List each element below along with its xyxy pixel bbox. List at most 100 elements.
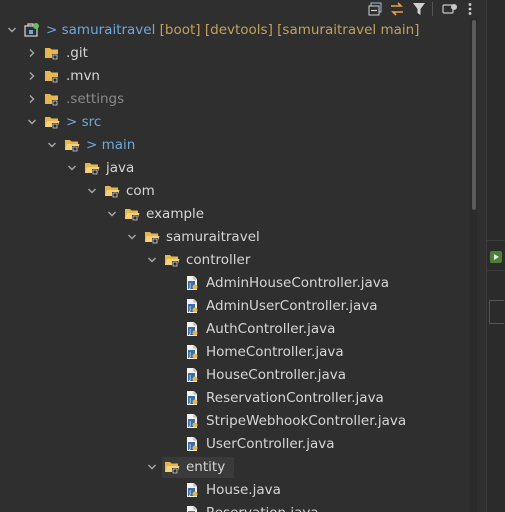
tree-item-name: src	[81, 114, 102, 130]
package-explorer-tree: > samuraitravel [boot] [devtools] [samur…	[0, 18, 476, 512]
tree-folder-row[interactable]: example	[0, 203, 476, 226]
collapse-icon	[368, 2, 382, 16]
project-label: > samuraitravel [boot] [devtools] [samur…	[46, 21, 419, 40]
chevron-down-icon[interactable]	[146, 461, 158, 473]
right-editor-pane	[486, 0, 505, 512]
tree-item-name: ReservationController.java	[206, 390, 384, 406]
tree-file-row[interactable]: J AdminHouseController.java	[0, 272, 476, 295]
pane-divider-2	[487, 270, 505, 271]
tree-item-label: .mvn	[66, 67, 100, 86]
tree-file-row[interactable]: J Reservation.java	[0, 502, 476, 512]
chevron-down-icon[interactable]	[66, 162, 78, 174]
chevron-down-icon[interactable]	[106, 208, 118, 220]
tree-item-name: HomeController.java	[206, 344, 344, 360]
java-file-icon: J	[187, 345, 198, 359]
more-menu-button[interactable]	[464, 1, 476, 17]
svg-text:J: J	[188, 490, 191, 497]
tree-folder-row[interactable]: samuraitravel	[0, 226, 476, 249]
tree-item-name: .mvn	[66, 68, 100, 84]
collapse-all-button[interactable]	[366, 1, 384, 17]
tree-file-row[interactable]: J UserController.java	[0, 433, 476, 456]
tree-item-label: AuthController.java	[206, 320, 335, 339]
svg-text:J: J	[188, 444, 191, 451]
folder-open-icon	[65, 140, 80, 152]
link-with-editor-button[interactable]	[388, 1, 406, 17]
tree-item-label: example	[146, 205, 204, 224]
view-menu-button[interactable]	[441, 1, 459, 17]
java-file-icon: J	[187, 322, 198, 336]
folder-icon	[45, 71, 58, 83]
chevron-down-icon[interactable]	[46, 139, 58, 151]
tree-file-row[interactable]: J AuthController.java	[0, 318, 476, 341]
chevron-right-icon[interactable]	[26, 70, 38, 82]
run-icon[interactable]	[490, 251, 502, 263]
project-decorations: [boot] [devtools] [samuraitravel main]	[159, 22, 420, 38]
tree-file-row[interactable]: J StripeWebhookController.java	[0, 410, 476, 433]
folder-open-icon	[45, 117, 60, 129]
tree-file-row[interactable]: J House.java	[0, 479, 476, 502]
toolbar-separator	[432, 2, 433, 16]
tree-folder-row[interactable]: > main	[0, 134, 476, 157]
chevron-down-icon[interactable]	[6, 24, 18, 36]
changed-prefix: >	[86, 137, 98, 153]
tree-item-label: .git	[66, 44, 88, 63]
java-file-icon: J	[187, 391, 198, 405]
chevron-right-icon[interactable]	[26, 93, 38, 105]
tree-item-name: example	[146, 206, 205, 222]
tree-folder-row[interactable]: entity	[0, 456, 476, 479]
tree-item-label: UserController.java	[206, 435, 335, 454]
tree-folder-row[interactable]: > src	[0, 111, 476, 134]
folder-open-icon	[145, 232, 160, 244]
chevron-down-icon[interactable]	[146, 254, 158, 266]
folder-open-icon	[125, 209, 140, 221]
java-file-icon: J	[187, 368, 198, 382]
chevron-right-icon[interactable]	[26, 47, 38, 59]
svg-text:J: J	[188, 283, 191, 290]
project-name: samuraitravel	[61, 22, 156, 38]
chevron-down-icon[interactable]	[26, 116, 38, 128]
changed-prefix: >	[66, 114, 78, 130]
tree-item-name: .git	[66, 45, 88, 61]
tree-item-label: controller	[186, 251, 250, 270]
tree-item-label: StripeWebhookController.java	[206, 412, 406, 431]
tree-item-label: > main	[86, 136, 135, 155]
tree-item-name: HouseController.java	[206, 367, 347, 383]
tree-item-label: entity	[186, 458, 225, 477]
svg-text:J: J	[188, 306, 191, 313]
tree-file-row[interactable]: J HouseController.java	[0, 364, 476, 387]
pane-input-fragment[interactable]	[489, 300, 504, 324]
tree-project-row[interactable]: > samuraitravel [boot] [devtools] [samur…	[0, 19, 476, 42]
svg-text:J: J	[188, 375, 191, 382]
chevron-down-icon[interactable]	[126, 231, 138, 243]
tree-file-row[interactable]: J HomeController.java	[0, 341, 476, 364]
folder-icon	[45, 94, 58, 106]
vertical-ellipsis-icon	[468, 3, 472, 15]
filter-icon	[413, 3, 425, 15]
folder-open-icon	[165, 255, 180, 267]
tree-item-name: com	[126, 183, 155, 199]
chevron-down-icon[interactable]	[86, 185, 98, 197]
tree-item-name: AuthController.java	[206, 321, 336, 337]
tree-folder-row[interactable]: .settings	[0, 88, 476, 111]
folder-open-icon	[165, 462, 180, 474]
filter-button[interactable]	[410, 1, 428, 17]
tree-folder-row[interactable]: .git	[0, 42, 476, 65]
scrollbar-thumb[interactable]	[472, 20, 476, 210]
pane-divider	[487, 240, 505, 241]
tree-item-name: StripeWebhookController.java	[206, 413, 407, 429]
tree-folder-row[interactable]: controller	[0, 249, 476, 272]
tree-folder-row[interactable]: .mvn	[0, 65, 476, 88]
tree-folder-row[interactable]: java	[0, 157, 476, 180]
tree-item-label: java	[106, 159, 134, 178]
tree-folder-row[interactable]: com	[0, 180, 476, 203]
java-file-icon: J	[187, 299, 198, 313]
java-file-icon: J	[187, 506, 197, 512]
java-file-icon: J	[187, 414, 198, 428]
view-toolbar: ア	[0, 0, 505, 20]
tree-item-name: House.java	[206, 482, 281, 498]
tree-file-row[interactable]: J AdminUserController.java	[0, 295, 476, 318]
tree-file-row[interactable]: J ReservationController.java	[0, 387, 476, 410]
java-file-icon: J	[187, 276, 198, 290]
tree-item-label: HomeController.java	[206, 343, 344, 362]
svg-text:J: J	[188, 421, 191, 428]
